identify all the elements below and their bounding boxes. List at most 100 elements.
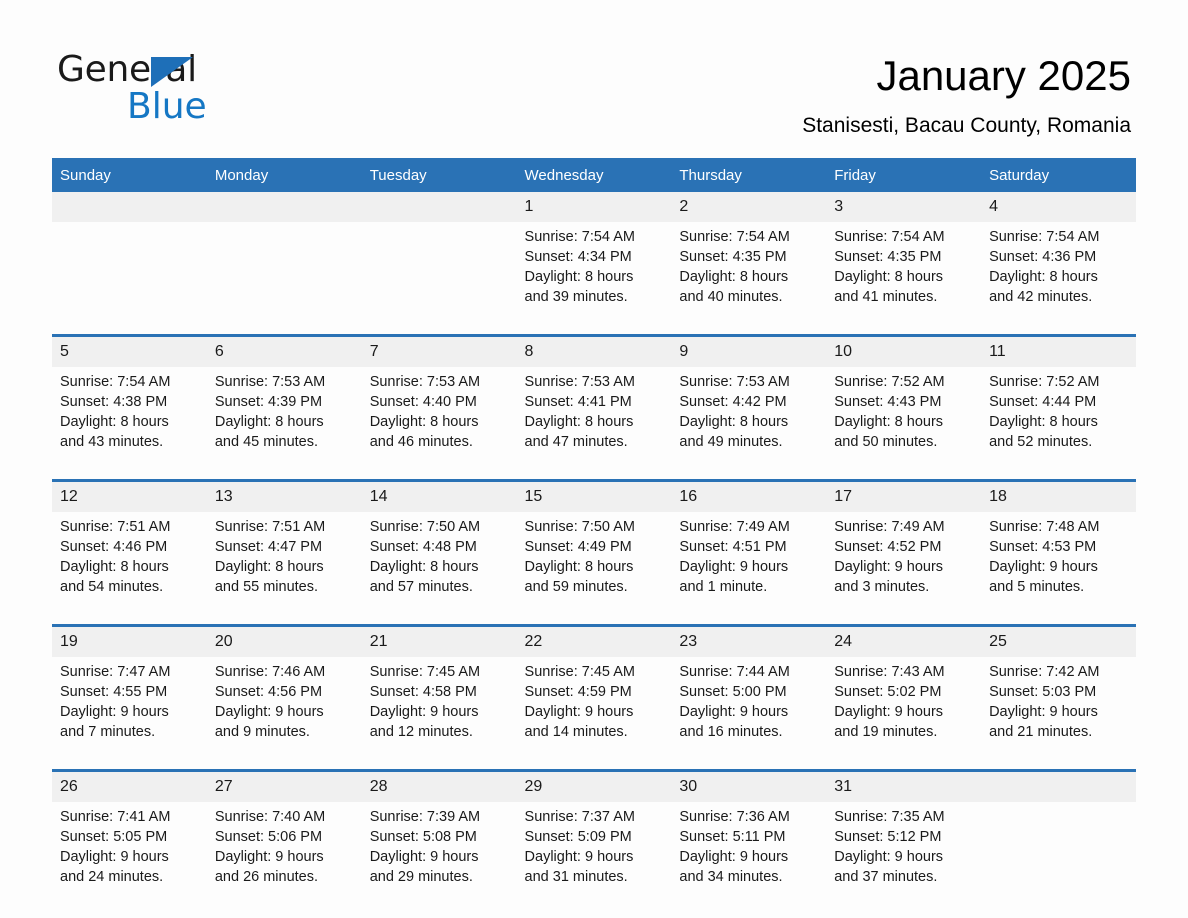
daylight-duration-line2: and 49 minutes. — [679, 434, 783, 450]
calendar-day-cell[interactable]: 28 Sunrise: 7:39 AM Sunset: 5:08 PM Dayligh… — [361, 769, 517, 914]
day-details: Sunrise: 7:49 AM Sunset: 4:51 PM Daylight:… — [671, 512, 826, 624]
daylight-duration-line1: Daylight: 8 hours — [524, 269, 634, 285]
daylight-duration-line1: Daylight: 9 hours — [834, 559, 944, 575]
daylight-duration-line1: Daylight: 9 hours — [60, 849, 169, 865]
daylight-duration-line2: and 47 minutes. — [524, 434, 628, 450]
calendar-day-cell[interactable]: 2 Sunrise: 7:54 AM Sunset: 4:35 PM Daylight… — [671, 192, 827, 336]
calendar-day-cell[interactable]: 10 Sunrise: 7:52 AM Sunset: 4:43 PM Dayligh… — [826, 334, 982, 481]
daylight-duration-line2: and 43 minutes. — [60, 434, 164, 450]
calendar-day-cell[interactable]: 24 Sunrise: 7:43 AM Sunset: 5:02 PM Dayligh… — [826, 624, 982, 771]
sunrise-time: Sunrise: 7:45 AM — [524, 664, 635, 680]
daylight-duration-line1: Daylight: 8 hours — [524, 414, 634, 430]
monthly-calendar-table: Sunday Monday Tuesday Wednesday Thursday… — [52, 158, 1136, 914]
sunset-time: Sunset: 4:43 PM — [834, 394, 942, 410]
weekday-header-monday: Monday — [206, 158, 362, 192]
page-subtitle-location: Stanisesti, Bacau County, Romania — [802, 114, 1131, 137]
calendar-day-cell[interactable]: 3 Sunrise: 7:54 AM Sunset: 4:35 PM Daylight… — [826, 192, 982, 336]
calendar-day-cell[interactable]: 15 Sunrise: 7:50 AM Sunset: 4:49 PM Dayligh… — [516, 479, 672, 626]
sunset-time: Sunset: 5:00 PM — [679, 684, 787, 700]
day-number: 23 — [671, 627, 827, 657]
sunset-time: Sunset: 4:38 PM — [60, 394, 168, 410]
sunset-time: Sunset: 4:44 PM — [989, 394, 1097, 410]
day-details: Sunrise: 7:51 AM Sunset: 4:46 PM Daylight:… — [52, 512, 207, 624]
sunset-time: Sunset: 4:35 PM — [679, 249, 787, 265]
day-details: Sunrise: 7:53 AM Sunset: 4:41 PM Daylight:… — [517, 367, 672, 479]
calendar-day-cell[interactable]: 11 Sunrise: 7:52 AM Sunset: 4:44 PM Dayligh… — [981, 334, 1136, 481]
calendar-day-cell[interactable]: 16 Sunrise: 7:49 AM Sunset: 4:51 PM Dayligh… — [671, 479, 827, 626]
sunrise-time: Sunrise: 7:53 AM — [214, 374, 326, 390]
calendar-day-cell[interactable]: 22 Sunrise: 7:45 AM Sunset: 4:59 PM Dayligh… — [516, 624, 672, 771]
day-number: 29 — [516, 772, 672, 802]
calendar-day-cell[interactable]: 25 Sunrise: 7:42 AM Sunset: 5:03 PM Dayligh… — [981, 624, 1136, 771]
day-details: Sunrise: 7:52 AM Sunset: 4:43 PM Daylight:… — [826, 367, 981, 479]
daylight-duration-line2: and 54 minutes. — [60, 579, 164, 595]
day-number: 24 — [826, 627, 982, 657]
calendar-day-cell[interactable]: 30 Sunrise: 7:36 AM Sunset: 5:11 PM Dayligh… — [671, 769, 827, 914]
sunset-time: Sunset: 4:58 PM — [369, 684, 477, 700]
calendar-day-cell[interactable]: 29 Sunrise: 7:37 AM Sunset: 5:09 PM Dayligh… — [516, 769, 672, 914]
sunset-time: Sunset: 4:40 PM — [369, 394, 477, 410]
daylight-duration-line1: Daylight: 9 hours — [214, 849, 324, 865]
calendar-day-cell[interactable]: 20 Sunrise: 7:46 AM Sunset: 4:56 PM Dayligh… — [206, 624, 362, 771]
sunrise-time: Sunrise: 7:46 AM — [214, 664, 326, 680]
day-details: Sunrise: 7:53 AM Sunset: 4:39 PM Daylight:… — [207, 367, 362, 479]
daylight-duration-line1: Daylight: 8 hours — [60, 559, 169, 575]
calendar-day-cell[interactable]: 6 Sunrise: 7:53 AM Sunset: 4:39 PM Daylight… — [206, 334, 362, 481]
daylight-duration-line1: Daylight: 9 hours — [679, 704, 789, 720]
calendar-day-cell[interactable]: 27 Sunrise: 7:40 AM Sunset: 5:06 PM Dayligh… — [206, 769, 362, 914]
calendar-day-cell[interactable]: 4 Sunrise: 7:54 AM Sunset: 4:36 PM Daylight… — [981, 192, 1136, 336]
calendar-day-cell[interactable]: 9 Sunrise: 7:53 AM Sunset: 4:42 PM Daylight… — [671, 334, 827, 481]
calendar-day-cell[interactable]: 17 Sunrise: 7:49 AM Sunset: 4:52 PM Dayligh… — [826, 479, 982, 626]
sunrise-time: Sunrise: 7:48 AM — [989, 519, 1100, 535]
calendar-day-cell[interactable]: 13 Sunrise: 7:51 AM Sunset: 4:47 PM Dayligh… — [206, 479, 362, 626]
day-details: Sunrise: 7:50 AM Sunset: 4:48 PM Daylight:… — [362, 512, 517, 624]
calendar-day-cell[interactable]: 5 Sunrise: 7:54 AM Sunset: 4:38 PM Daylight… — [52, 334, 207, 481]
daylight-duration-line2: and 45 minutes. — [214, 434, 319, 450]
sunrise-time: Sunrise: 7:37 AM — [524, 809, 635, 825]
calendar-day-cell[interactable]: 7 Sunrise: 7:53 AM Sunset: 4:40 PM Daylight… — [361, 334, 517, 481]
daylight-duration-line1: Daylight: 9 hours — [524, 849, 634, 865]
calendar-day-cell[interactable]: 21 Sunrise: 7:45 AM Sunset: 4:58 PM Dayligh… — [361, 624, 517, 771]
weekday-header-thursday: Thursday — [671, 158, 827, 192]
day-number: 22 — [516, 627, 672, 657]
sunrise-time: Sunrise: 7:44 AM — [679, 664, 790, 680]
day-number: 28 — [361, 772, 517, 802]
generalblue-logo[interactable]: General Blue — [57, 50, 317, 130]
daylight-duration-line1: Daylight: 9 hours — [369, 704, 479, 720]
sunrise-time: Sunrise: 7:40 AM — [214, 809, 326, 825]
calendar-day-cell[interactable]: 1 Sunrise: 7:54 AM Sunset: 4:34 PM Daylight… — [516, 192, 672, 336]
sunset-time: Sunset: 4:48 PM — [369, 539, 477, 555]
sunrise-time: Sunrise: 7:47 AM — [60, 664, 171, 680]
calendar-day-cell[interactable]: 14 Sunrise: 7:50 AM Sunset: 4:48 PM Dayligh… — [361, 479, 517, 626]
day-details: Sunrise: 7:44 AM Sunset: 5:00 PM Daylight:… — [671, 657, 826, 769]
daylight-duration-line2: and 50 minutes. — [834, 434, 938, 450]
day-number — [206, 192, 362, 222]
calendar-day-cell[interactable]: 18 Sunrise: 7:48 AM Sunset: 4:53 PM Dayligh… — [981, 479, 1136, 626]
calendar-day-cell[interactable]: 26 Sunrise: 7:41 AM Sunset: 5:05 PM Dayligh… — [52, 769, 207, 914]
sunrise-time: Sunrise: 7:51 AM — [214, 519, 326, 535]
daylight-duration-line2: and 21 minutes. — [989, 724, 1093, 740]
sunset-time: Sunset: 4:52 PM — [834, 539, 942, 555]
sunrise-time: Sunrise: 7:51 AM — [60, 519, 171, 535]
sunrise-time: Sunrise: 7:52 AM — [834, 374, 945, 390]
calendar-day-cell[interactable]: 19 Sunrise: 7:47 AM Sunset: 4:55 PM Dayligh… — [52, 624, 207, 771]
sunset-time: Sunset: 4:41 PM — [524, 394, 632, 410]
sunrise-time: Sunrise: 7:54 AM — [834, 229, 945, 245]
calendar-day-cell[interactable]: 12 Sunrise: 7:51 AM Sunset: 4:46 PM Dayligh… — [52, 479, 207, 626]
day-number: 12 — [52, 482, 207, 512]
sunset-time: Sunset: 5:08 PM — [369, 829, 477, 845]
day-number — [361, 192, 517, 222]
day-details: Sunrise: 7:45 AM Sunset: 4:58 PM Daylight:… — [362, 657, 517, 769]
daylight-duration-line2: and 59 minutes. — [524, 579, 628, 595]
sunset-time: Sunset: 5:02 PM — [834, 684, 942, 700]
sunset-time: Sunset: 5:03 PM — [989, 684, 1097, 700]
calendar-day-cell[interactable]: 8 Sunrise: 7:53 AM Sunset: 4:41 PM Daylight… — [516, 334, 672, 481]
calendar-empty-cell — [52, 192, 207, 336]
day-details: Sunrise: 7:52 AM Sunset: 4:44 PM Daylight:… — [981, 367, 1136, 479]
calendar-week-row: 5 Sunrise: 7:54 AM Sunset: 4:38 PM Daylight… — [52, 334, 1136, 481]
calendar-day-cell[interactable]: 23 Sunrise: 7:44 AM Sunset: 5:00 PM Dayligh… — [671, 624, 827, 771]
day-details: Sunrise: 7:39 AM Sunset: 5:08 PM Daylight:… — [362, 802, 517, 914]
day-details: Sunrise: 7:50 AM Sunset: 4:49 PM Daylight:… — [517, 512, 672, 624]
calendar-day-cell[interactable]: 31 Sunrise: 7:35 AM Sunset: 5:12 PM Dayligh… — [826, 769, 982, 914]
weekday-header-tuesday: Tuesday — [361, 158, 517, 192]
